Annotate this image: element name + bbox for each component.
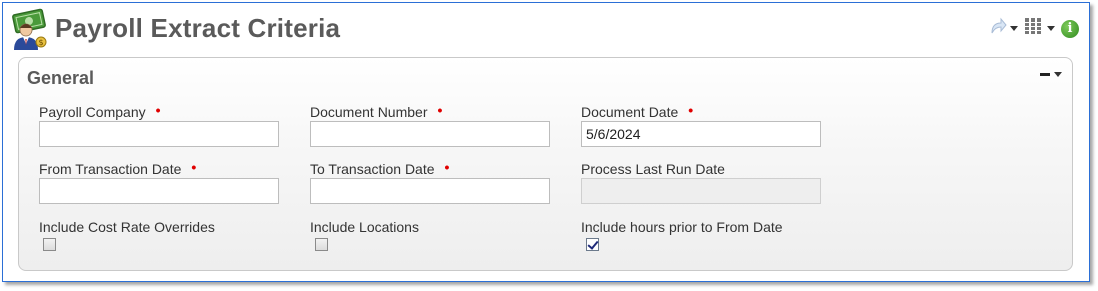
document-date-label: Document Date •: [581, 102, 694, 120]
chevron-down-icon: [1010, 26, 1018, 31]
process-last-run-date-input: [581, 178, 821, 204]
payroll-company-input[interactable]: [39, 121, 279, 147]
chevron-down-icon: [1047, 26, 1055, 31]
section-title: General: [27, 68, 95, 88]
include-hours-prior-checkbox[interactable]: [586, 238, 599, 251]
include-locations-checkbox[interactable]: [315, 238, 328, 251]
include-cost-rate-overrides-label: Include Cost Rate Overrides: [39, 219, 215, 235]
include-hours-prior-label: Include hours prior to From Date: [581, 219, 783, 235]
payroll-person-money-icon: $: [8, 8, 50, 50]
to-transaction-date-input[interactable]: [310, 178, 550, 204]
collapse-section-button[interactable]: [1040, 72, 1062, 77]
from-transaction-date-input[interactable]: [39, 178, 279, 204]
header-toolbar: i: [989, 17, 1079, 40]
page-title: Payroll Extract Criteria: [55, 13, 341, 43]
svg-text:$: $: [39, 38, 44, 47]
info-icon[interactable]: i: [1061, 19, 1079, 38]
to-transaction-date-label: To Transaction Date •: [310, 159, 450, 177]
payroll-extract-window: $ Payroll Extract Criteria i General Pay…: [2, 2, 1090, 282]
process-last-run-date-label: Process Last Run Date: [581, 161, 725, 177]
required-marker: •: [437, 102, 443, 118]
document-date-input[interactable]: [581, 121, 821, 147]
chevron-down-icon: [1054, 72, 1062, 77]
required-marker: •: [191, 159, 197, 175]
columns-layout-icon: [1024, 17, 1044, 40]
required-marker: •: [688, 102, 694, 118]
columns-layout-button[interactable]: [1024, 17, 1055, 40]
required-marker: •: [155, 102, 161, 118]
payroll-company-label: Payroll Company •: [39, 102, 161, 120]
share-arrow-icon: [989, 17, 1007, 40]
from-transaction-date-label: From Transaction Date •: [39, 159, 197, 177]
general-section: General Payroll Company • Document Number…: [18, 57, 1073, 271]
document-number-input[interactable]: [310, 121, 550, 147]
include-cost-rate-overrides-checkbox[interactable]: [43, 238, 56, 251]
include-locations-label: Include Locations: [310, 219, 419, 235]
share-button[interactable]: [989, 17, 1018, 40]
document-number-label: Document Number •: [310, 102, 443, 120]
minus-icon: [1040, 73, 1050, 76]
required-marker: •: [444, 159, 450, 175]
